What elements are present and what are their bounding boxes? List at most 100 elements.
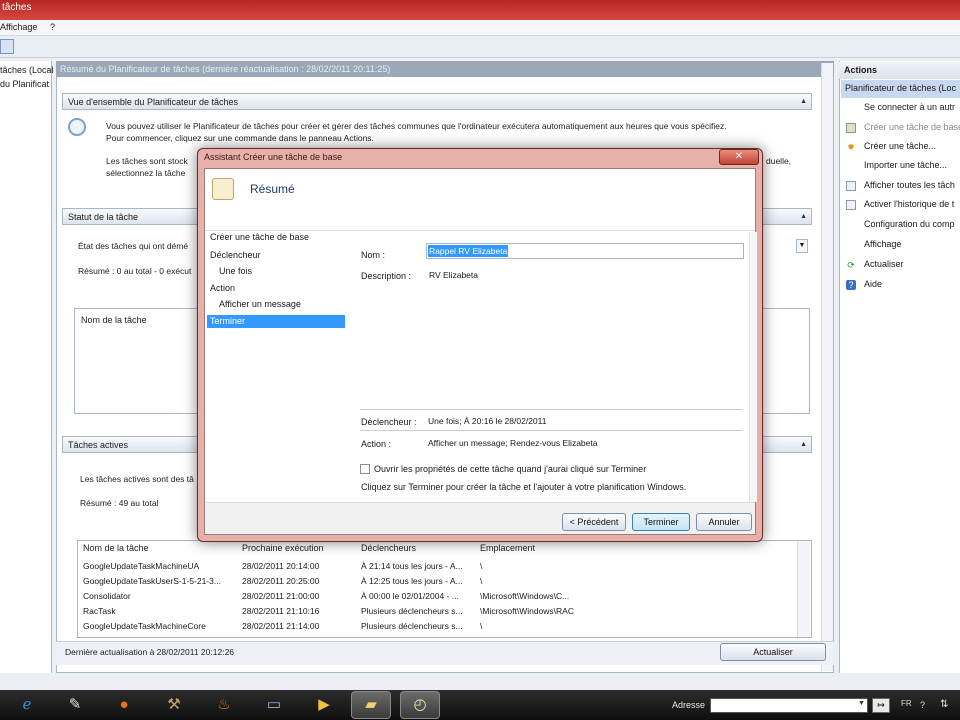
ie-icon[interactable]: ℯ [16, 694, 38, 716]
clock-icon [68, 118, 86, 136]
table-row[interactable]: GoogleUpdateTaskUserS-1-5-21-3... 28/02/… [82, 576, 800, 591]
task-scheduler-icon: ◴ [413, 696, 427, 713]
actions-subtitle[interactable]: Planificateur de tâches (Loc [841, 80, 960, 98]
cell-next-run: 28/02/2011 20:14:00 [242, 561, 320, 571]
status-title: Statut de la tâche [68, 212, 139, 222]
cell-triggers: Plusieurs déclencheurs s... [361, 621, 463, 631]
col-next-run[interactable]: Prochaine exécution [242, 543, 324, 553]
console-tree: tâches (Local du Planificat [0, 61, 54, 673]
overview-line-4: sélectionnez la tâche [106, 168, 186, 178]
cancel-button[interactable]: Annuler [696, 513, 752, 531]
cell-location: \ [480, 621, 483, 631]
history-icon [846, 200, 856, 210]
status-col-name[interactable]: Nom de la tâche [81, 315, 147, 325]
status-filter-label: État des tâches qui ont démé [78, 241, 189, 251]
table-row[interactable]: Consolidator 28/02/2011 21:00:00 À 00:00… [82, 591, 800, 606]
action-connect[interactable]: Se connecter à un autr [864, 102, 955, 112]
last-update-text: Dernière actualisation à 28/02/2011 20:1… [65, 647, 235, 657]
col-task-name[interactable]: Nom de la tâche [83, 543, 149, 553]
table-row[interactable]: RacTask 28/02/2011 21:10:16 Plusieurs dé… [82, 606, 800, 621]
separator [360, 409, 743, 410]
summary-header: Résumé du Planificateur de tâches (derni… [56, 61, 834, 77]
address-input[interactable] [710, 698, 868, 713]
action-configuration[interactable]: Configuration du comp [864, 219, 955, 229]
nav-finish[interactable]: Terminer [210, 316, 245, 326]
cell-name: Consolidator [83, 591, 131, 601]
back-button[interactable]: < Précédent [562, 513, 626, 531]
menu-bar: Affichage ? [0, 20, 960, 36]
paint-icon[interactable]: ✎ [64, 694, 86, 716]
action-refresh[interactable]: Actualiser [864, 259, 904, 269]
cell-location: \ [480, 561, 483, 571]
tree-item-library[interactable]: tâches (Local [0, 65, 54, 75]
monitor-icon[interactable]: ▭ [263, 694, 285, 716]
network-icon[interactable]: ⇅ [940, 699, 948, 710]
action-create-task[interactable]: Créer une tâche... [864, 141, 936, 151]
name-value: Rappel RV Elizabeta [428, 245, 509, 257]
overview-line-1: Vous pouvez utiliser le Planificateur de… [106, 121, 727, 131]
overview-title: Vue d'ensemble du Planificateur de tâche… [68, 97, 238, 107]
nav-trigger[interactable]: Déclencheur [210, 250, 261, 260]
action-import-task[interactable]: Importer une tâche... [864, 160, 947, 170]
actions-title: Actions [839, 62, 960, 79]
name-label: Nom : [361, 250, 386, 260]
toolbar [0, 36, 960, 58]
action-value: Afficher un message; Rendez-vous Elizabe… [428, 438, 598, 448]
cell-location: \ [480, 576, 483, 586]
col-location[interactable]: Emplacement [480, 543, 535, 553]
nav-action[interactable]: Action [210, 283, 235, 293]
actions-pane [839, 61, 960, 673]
table-row[interactable]: GoogleUpdateTaskMachineUA 28/02/2011 20:… [82, 561, 800, 576]
open-properties-checkbox[interactable] [360, 464, 370, 474]
help-tray-icon[interactable]: ? [920, 700, 925, 710]
menu-affichage[interactable]: Affichage [0, 22, 37, 32]
flame-icon[interactable]: ♨ [213, 694, 235, 716]
action-enable-history[interactable]: Activer l'historique de t [864, 199, 954, 209]
language-indicator[interactable]: FR [901, 699, 912, 708]
firefox-icon[interactable]: ● [113, 694, 135, 716]
tree-item-scheduler[interactable]: du Planificat [0, 79, 49, 89]
center-scrollbar[interactable] [821, 63, 833, 671]
overview-section-header[interactable]: Vue d'ensemble du Planificateur de tâche… [62, 93, 812, 110]
name-field[interactable]: Rappel RV Elizabeta [426, 243, 744, 259]
checkbox-label[interactable]: Ouvrir les propriétés de cette tâche qua… [374, 464, 646, 474]
nav-once[interactable]: Une fois [219, 266, 252, 276]
refresh-icon: ⟳ [847, 260, 855, 270]
chevron-up-icon[interactable]: ▲ [800, 213, 807, 220]
status-summary: Résumé : 0 au total - 0 exécut [78, 266, 192, 276]
cell-name: GoogleUpdateTaskUserS-1-5-21-3... [83, 576, 221, 586]
nav-show-message[interactable]: Afficher un message [219, 299, 301, 309]
chevron-up-icon[interactable]: ▲ [800, 98, 807, 105]
chevron-down-icon[interactable]: ▼ [858, 700, 865, 707]
table-row[interactable]: GoogleUpdateTaskMachineCore 28/02/2011 2… [82, 621, 800, 636]
media-icon[interactable]: ▶ [313, 694, 335, 716]
active-summary: Résumé : 49 au total [80, 498, 159, 508]
action-show-all-tasks[interactable]: Afficher toutes les tâch [864, 180, 955, 190]
chevron-down-icon[interactable]: ▼ [796, 239, 808, 253]
action-view[interactable]: Affichage [864, 239, 901, 249]
go-icon[interactable]: ↦ [872, 698, 890, 713]
show-hide-tree-button[interactable] [0, 39, 14, 54]
finish-button[interactable]: Terminer [632, 513, 690, 531]
cell-location: \Microsoft\Windows\C... [480, 591, 570, 601]
menu-help[interactable]: ? [50, 22, 55, 32]
cell-next-run: 28/02/2011 21:14:00 [242, 621, 320, 631]
refresh-button[interactable]: Actualiser [720, 643, 826, 661]
tools-icon[interactable]: ⚒ [163, 694, 185, 716]
action-create-basic-task[interactable]: Créer une tâche de base [864, 122, 960, 132]
cell-triggers: À 00:00 le 02/01/2004 - ... [361, 591, 459, 601]
dialog-scrollbar[interactable] [749, 232, 757, 502]
chevron-up-icon[interactable]: ▲ [800, 441, 807, 448]
trigger-value: Une fois; À 20:16 le 28/02/2011 [428, 416, 547, 426]
cell-name: RacTask [83, 606, 116, 616]
cell-location: \Microsoft\Windows\RAC [480, 606, 574, 616]
description-value[interactable]: RV Elizabeta [429, 270, 478, 280]
action-help[interactable]: Aide [864, 279, 882, 289]
active-title: Tâches actives [68, 440, 129, 450]
nav-create-basic-task[interactable]: Créer une tâche de base [210, 232, 309, 242]
close-icon[interactable]: ✕ [719, 149, 759, 165]
col-triggers[interactable]: Déclencheurs [361, 543, 416, 553]
cell-triggers: À 21:14 tous les jours - A... [361, 561, 463, 571]
finish-hint: Cliquez sur Terminer pour créer la tâche… [361, 482, 687, 492]
dialog-title: Assistant Créer une tâche de base [204, 152, 343, 162]
